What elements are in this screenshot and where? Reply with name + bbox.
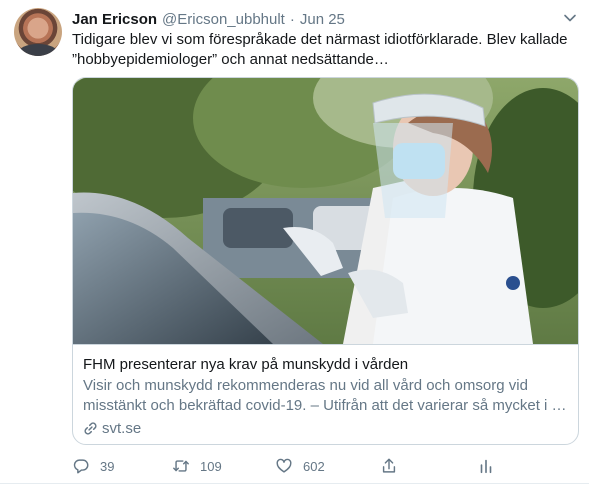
card-title[interactable]: FHM presenterar nya krav på munskydd i v…: [83, 355, 570, 375]
reply-button[interactable]: 39: [72, 456, 114, 476]
tweet-header: Jan Ericson @Ericson_ubbhult · Jun 25: [72, 9, 345, 29]
analytics-button[interactable]: [477, 456, 505, 476]
link-card[interactable]: FHM presenterar nya krav på munskydd i v…: [72, 77, 579, 445]
like-count: 602: [303, 458, 325, 474]
card-domain-text: svt.se: [102, 420, 142, 437]
link-icon: [84, 422, 97, 435]
like-button[interactable]: 602: [275, 456, 325, 476]
card-domain[interactable]: svt.se: [83, 420, 570, 437]
caret-down-icon[interactable]: [561, 9, 579, 27]
like-icon: [276, 458, 292, 473]
card-description: Visir och munskydd rekommenderas nu vid …: [83, 377, 567, 414]
tweet-text: Tidigare blev vi som förespråkade det nä…: [72, 31, 568, 68]
share-icon: [382, 458, 396, 473]
author-name[interactable]: Jan Ericson: [72, 11, 157, 28]
retweet-icon: [173, 460, 189, 472]
retweet-count: 109: [200, 458, 222, 474]
reply-icon: [73, 459, 89, 474]
tweet[interactable]: Jan Ericson @Ericson_ubbhult · Jun 25 Ti…: [0, 0, 589, 484]
tweet-date[interactable]: Jun 25: [300, 11, 345, 28]
analytics-icon: [480, 459, 492, 474]
author-handle[interactable]: @Ericson_ubbhult: [162, 11, 285, 28]
retweet-button[interactable]: 109: [172, 456, 222, 476]
card-body[interactable]: FHM presenterar nya krav på munskydd i v…: [73, 344, 578, 444]
separator: ·: [289, 10, 295, 28]
avatar[interactable]: [14, 8, 62, 56]
avatar-shirt: [18, 44, 58, 56]
card-image: [73, 78, 578, 344]
tweet-actions: 39 109 602: [72, 456, 512, 476]
reply-count: 39: [100, 458, 115, 474]
share-button[interactable]: [380, 456, 408, 476]
